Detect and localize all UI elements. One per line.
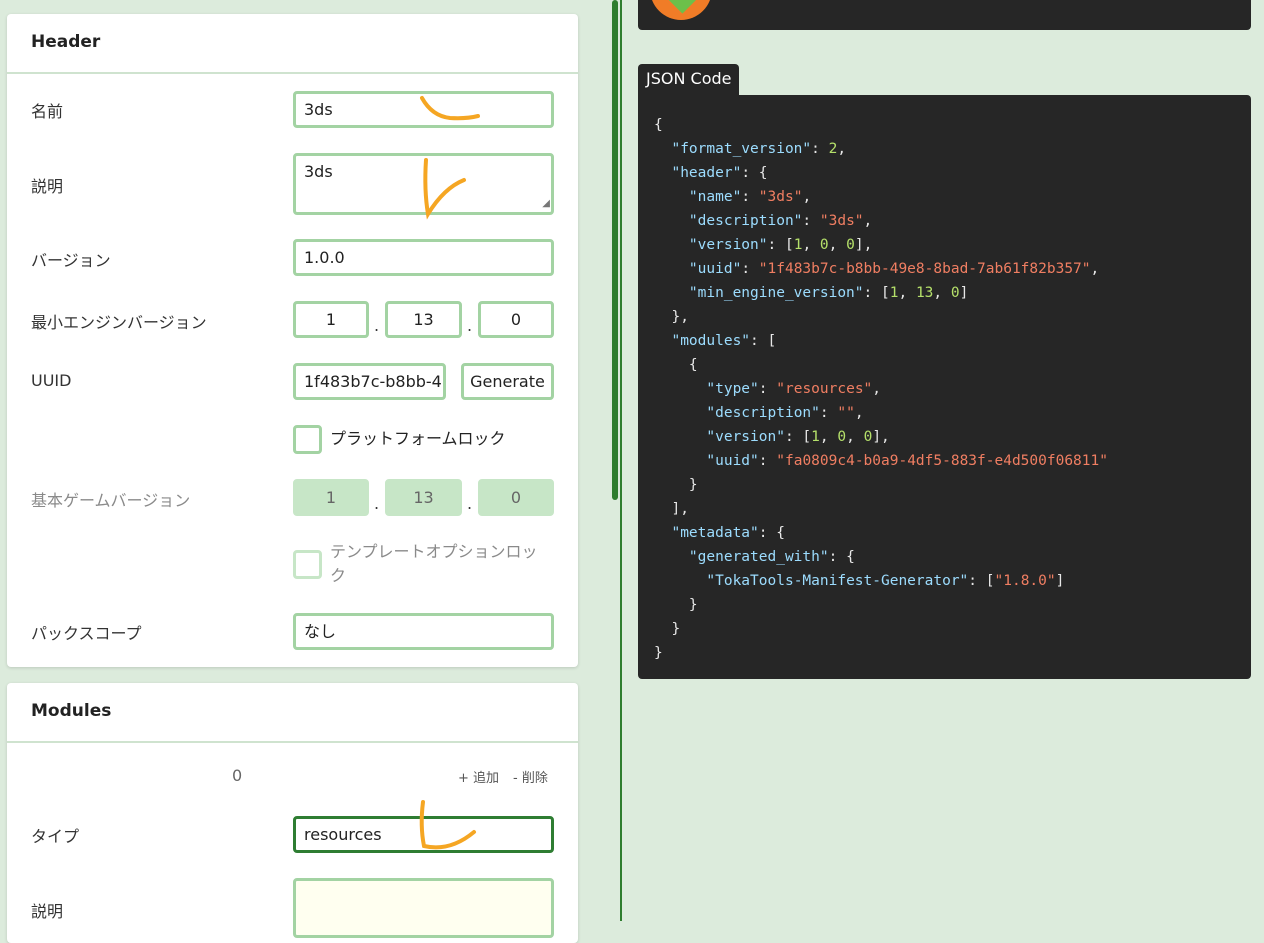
json-code-text: { "format_version": 2, "header": { "name… bbox=[654, 117, 1108, 661]
base-game-patch-input[interactable]: 0 bbox=[478, 479, 554, 516]
version-dot: . bbox=[467, 494, 473, 513]
remove-module-button[interactable]: - 削除 bbox=[513, 767, 548, 786]
header-card-title: Header bbox=[31, 32, 101, 52]
platform-lock-checkbox[interactable] bbox=[293, 425, 322, 454]
module-type-label: タイプ bbox=[31, 827, 80, 846]
module-index: 0 bbox=[232, 766, 243, 785]
modules-card-title: Modules bbox=[31, 701, 112, 721]
base-game-version-label: 基本ゲームバージョン bbox=[31, 491, 191, 510]
uuid-label: UUID bbox=[31, 371, 72, 390]
version-label: バージョン bbox=[31, 251, 111, 270]
module-description-textarea[interactable] bbox=[293, 878, 554, 938]
form-scrollbar-thumb[interactable] bbox=[612, 0, 618, 500]
base-game-minor-input[interactable]: 13 bbox=[385, 479, 462, 516]
module-description-label: 説明 bbox=[31, 902, 64, 921]
panel-divider bbox=[620, 0, 622, 921]
template-option-lock-label-line2: ク bbox=[330, 566, 347, 585]
min-engine-minor-input[interactable]: 13 bbox=[385, 301, 462, 338]
min-engine-version-label: 最小エンジンバージョン bbox=[31, 313, 207, 332]
uuid-input[interactable]: 1f483b7c-b8bb-4 bbox=[293, 363, 446, 400]
manifest-form: Header 名前 3ds 説明 3ds ◢ バージョン 1.0.0 最小エンジ… bbox=[0, 0, 600, 943]
module-type-select[interactable]: resources bbox=[293, 816, 554, 853]
resize-handle-icon[interactable]: ◢ bbox=[542, 194, 550, 212]
add-module-button[interactable]: + 追加 bbox=[458, 767, 499, 786]
pack-scope-select[interactable]: なし bbox=[293, 613, 554, 650]
version-dot: . bbox=[374, 494, 380, 513]
header-card-title-bar: Header bbox=[7, 14, 578, 74]
name-label: 名前 bbox=[31, 102, 64, 121]
version-dot: . bbox=[467, 316, 473, 335]
template-option-lock-checkbox[interactable] bbox=[293, 550, 322, 579]
description-textarea[interactable]: 3ds ◢ bbox=[293, 153, 554, 215]
platform-lock-label: プラットフォームロック bbox=[330, 429, 506, 448]
version-input[interactable]: 1.0.0 bbox=[293, 239, 554, 276]
min-engine-patch-input[interactable]: 0 bbox=[478, 301, 554, 338]
version-dot: . bbox=[374, 316, 380, 335]
min-engine-major-input[interactable]: 1 bbox=[293, 301, 369, 338]
pack-scope-label: パックスコープ bbox=[31, 624, 142, 643]
modules-card-title-bar: Modules bbox=[7, 683, 578, 743]
base-game-major-input[interactable]: 1 bbox=[293, 479, 369, 516]
description-text: 3ds bbox=[304, 162, 333, 181]
json-code-tab[interactable]: JSON Code bbox=[638, 64, 740, 95]
description-label: 説明 bbox=[31, 177, 64, 196]
name-input[interactable]: 3ds bbox=[293, 91, 554, 128]
json-code-block: { "format_version": 2, "header": { "name… bbox=[638, 95, 1251, 679]
generate-uuid-button[interactable]: Generate bbox=[461, 363, 554, 400]
preview-panel-top bbox=[638, 0, 1251, 30]
template-option-lock-label-line1: テンプレートオプションロッ bbox=[330, 542, 538, 561]
